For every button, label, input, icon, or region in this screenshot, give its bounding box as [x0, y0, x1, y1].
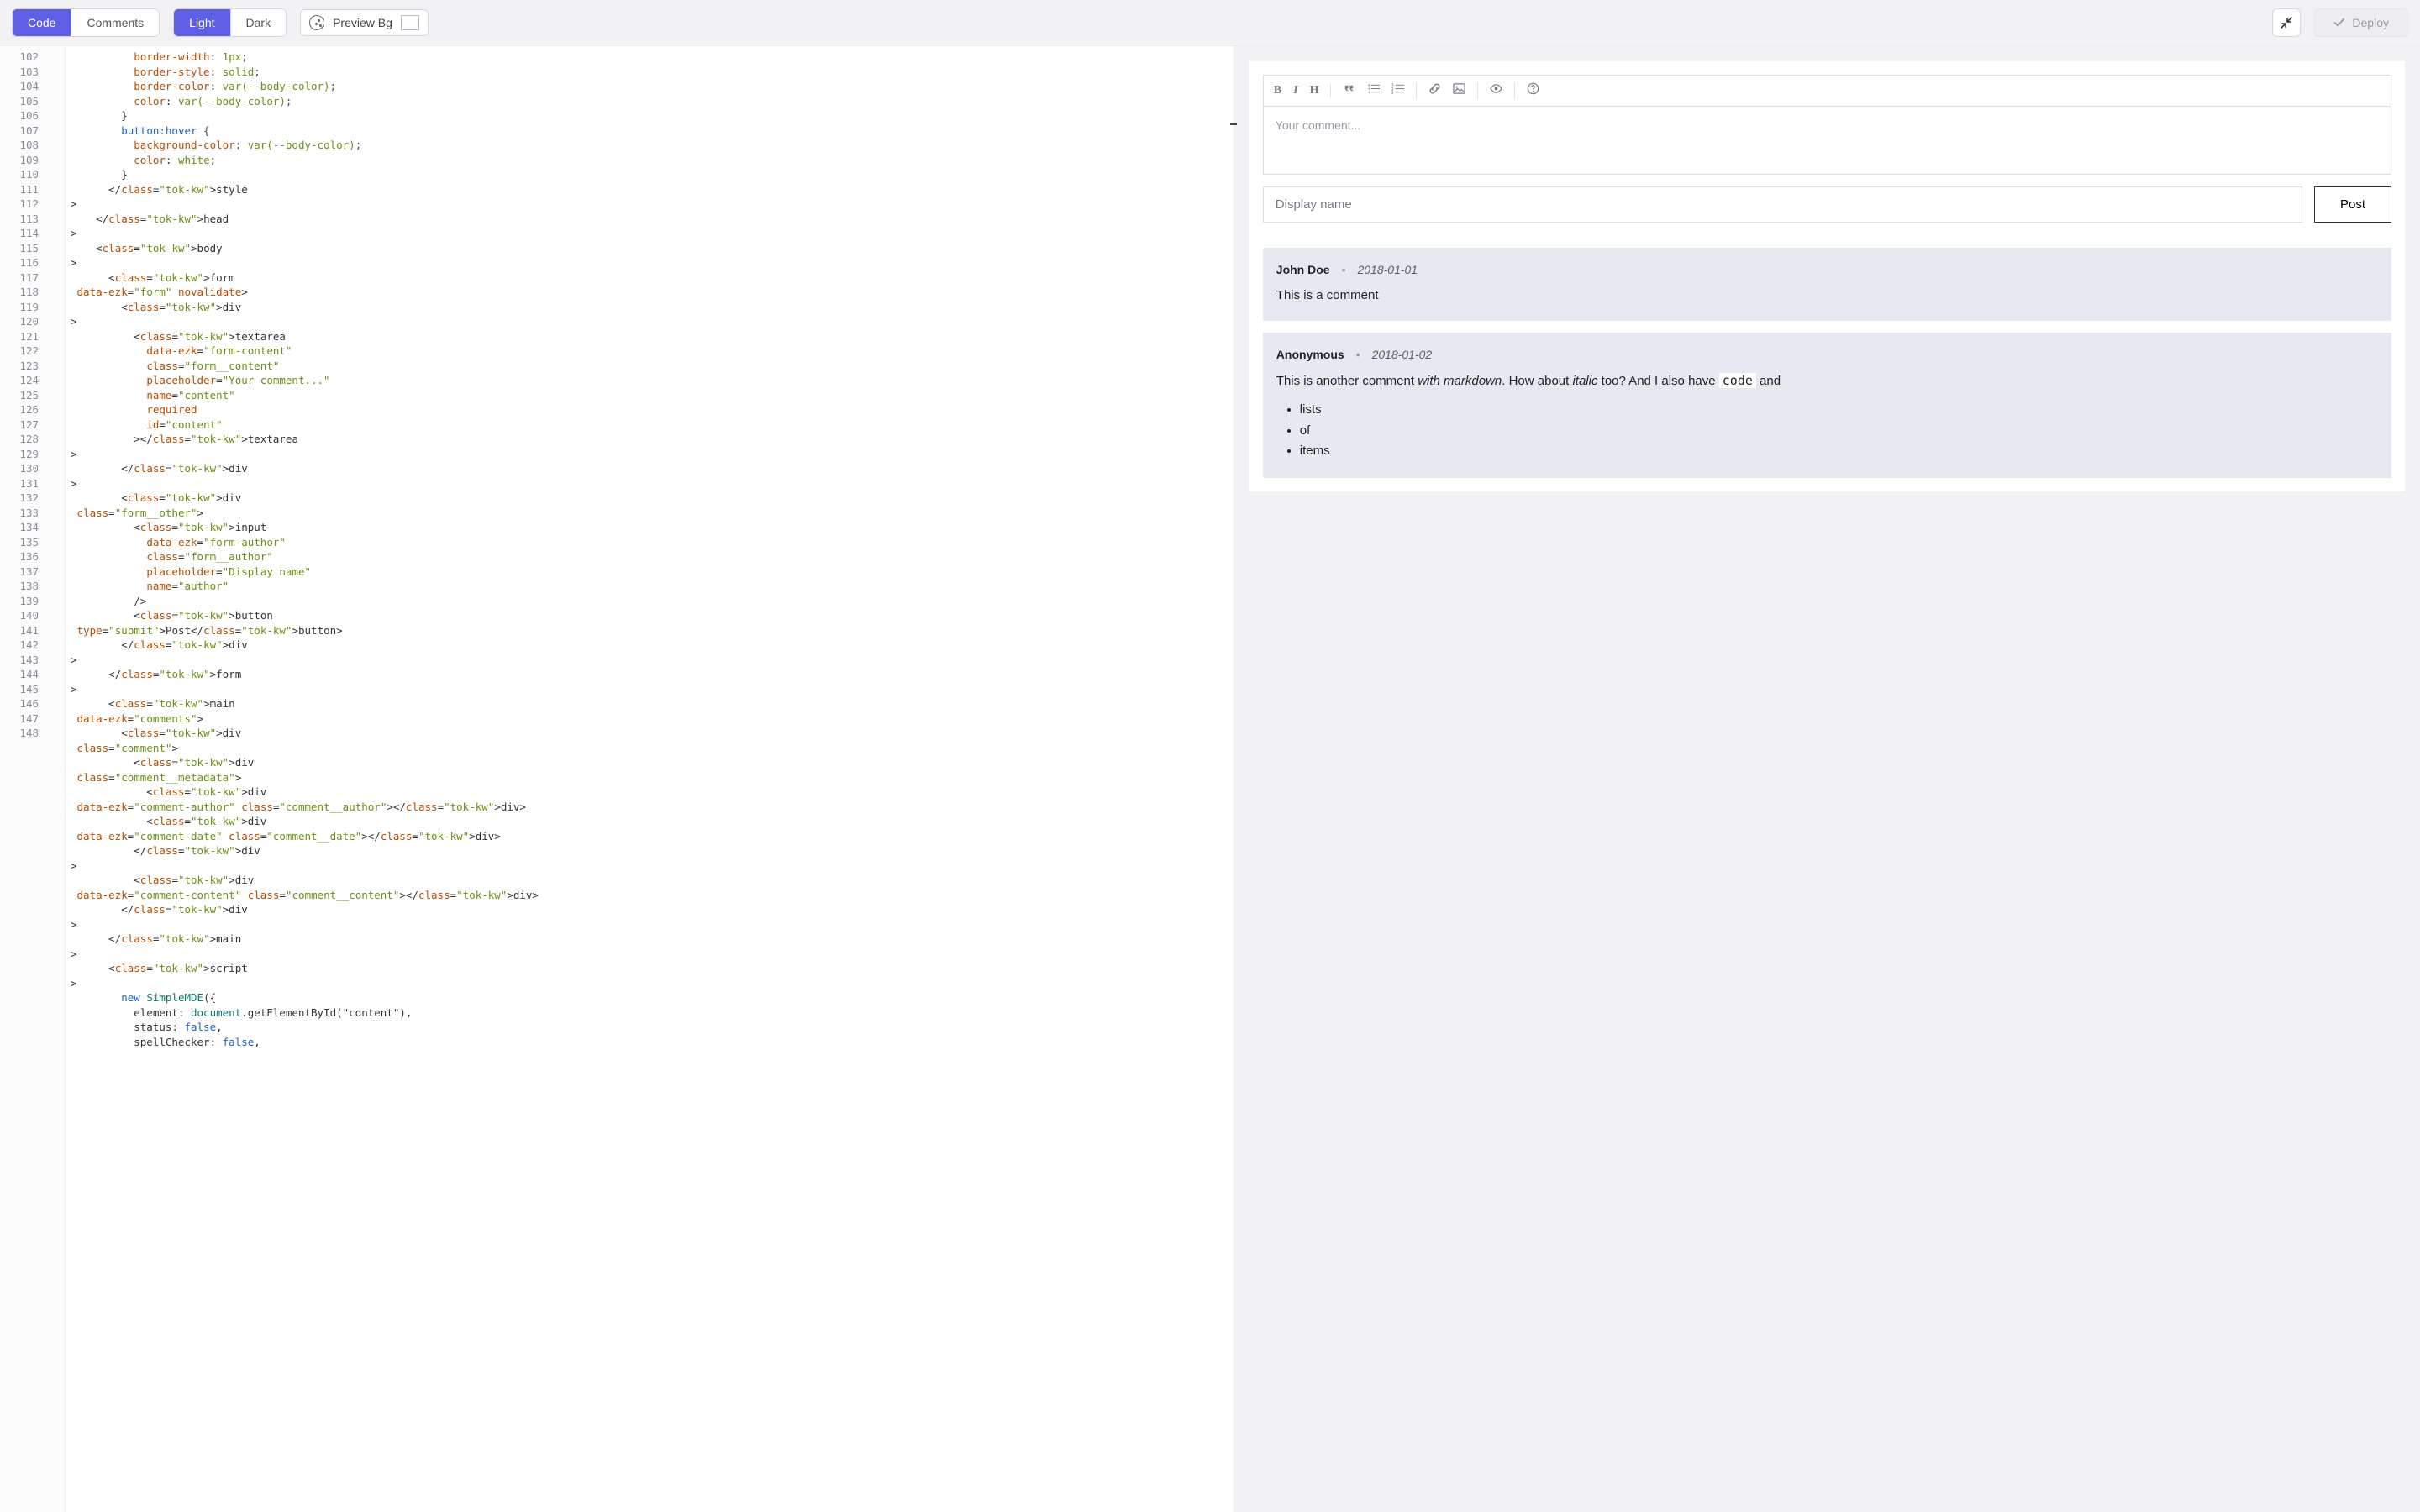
- editor-pane: 1021031041051061071081091101111121131141…: [0, 46, 1234, 1512]
- tab-code[interactable]: Code: [13, 9, 71, 36]
- view-tabs: Code Comments: [12, 8, 160, 37]
- collapse-preview-button[interactable]: [2272, 8, 2301, 37]
- dot-separator: •: [1342, 263, 1346, 276]
- comment-body: This is a comment: [1276, 286, 2378, 306]
- fold-gutter: [47, 46, 66, 1512]
- italic-icon[interactable]: I: [1293, 84, 1297, 97]
- split-layout: 1021031041051061071081091101111121131141…: [0, 46, 2420, 1512]
- bold-icon[interactable]: B: [1274, 84, 1281, 97]
- post-button[interactable]: Post: [2314, 186, 2391, 223]
- unordered-list-icon[interactable]: [1367, 82, 1380, 99]
- ordered-list-icon[interactable]: 123: [1392, 82, 1404, 99]
- check-icon: [2333, 17, 2345, 29]
- line-number-gutter: 1021031041051061071081091101111121131141…: [0, 46, 47, 1512]
- link-icon[interactable]: [1428, 82, 1441, 99]
- dot-separator: •: [1356, 348, 1360, 361]
- quote-icon[interactable]: [1343, 82, 1355, 99]
- heading-icon[interactable]: H: [1310, 84, 1319, 97]
- comment-editor: B I H 123: [1263, 75, 2391, 175]
- preview-bg-label: Preview Bg: [333, 16, 392, 29]
- comment-author: Anonymous: [1276, 348, 1344, 361]
- deploy-label: Deploy: [2352, 16, 2389, 29]
- comment-date: 2018-01-02: [1372, 348, 1433, 361]
- comment-body: This is another comment with markdown. H…: [1276, 371, 2378, 461]
- top-toolbar: Code Comments Light Dark Preview Bg Depl…: [0, 0, 2420, 46]
- tab-dark[interactable]: Dark: [230, 9, 287, 36]
- mde-toolbar: B I H 123: [1264, 76, 2391, 107]
- deploy-button[interactable]: Deploy: [2314, 8, 2408, 37]
- display-name-input[interactable]: [1263, 186, 2302, 223]
- preview-pane: B I H 123: [1234, 46, 2420, 1512]
- preview-surface: B I H 123: [1249, 61, 2405, 491]
- comment-author: John Doe: [1276, 263, 1330, 276]
- comments-list: John Doe • 2018-01-01 This is a comment Anon…: [1263, 248, 2391, 478]
- preview-bg-swatch: [401, 15, 419, 30]
- code-editor[interactable]: border-width: 1px; border-style: solid; …: [66, 46, 1234, 1512]
- comment-item: Anonymous • 2018-01-02 This is another comm…: [1263, 333, 2391, 478]
- tab-light[interactable]: Light: [174, 9, 229, 36]
- comment-item: John Doe • 2018-01-01 This is a comment: [1263, 248, 2391, 321]
- overview-ruler-marker: [1230, 123, 1237, 125]
- preview-bg-control[interactable]: Preview Bg: [300, 9, 429, 36]
- comment-date: 2018-01-01: [1357, 263, 1418, 276]
- theme-tabs: Light Dark: [173, 8, 287, 37]
- tab-comments[interactable]: Comments: [71, 9, 159, 36]
- image-icon[interactable]: [1453, 82, 1465, 99]
- palette-icon: [309, 15, 324, 30]
- collapse-icon: [2280, 16, 2293, 29]
- preview-toggle-icon[interactable]: [1490, 82, 1502, 99]
- help-icon[interactable]: [1527, 82, 1539, 99]
- svg-text:3: 3: [1392, 92, 1394, 95]
- comment-textarea[interactable]: Your comment...: [1264, 107, 2391, 174]
